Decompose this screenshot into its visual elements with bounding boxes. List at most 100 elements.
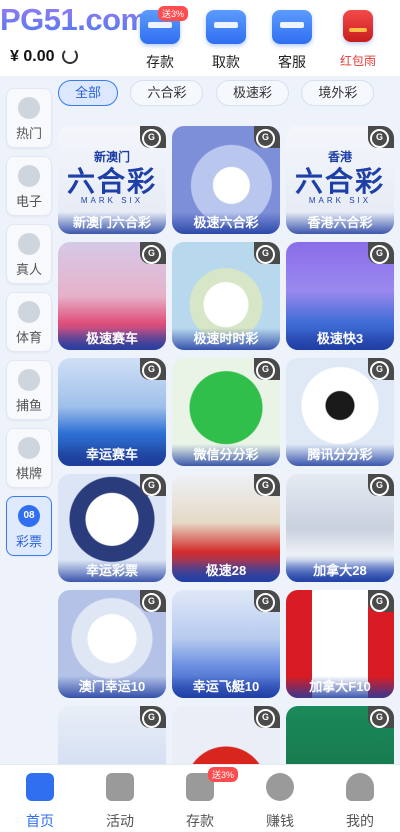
- withdraw-label: 取款: [212, 54, 240, 70]
- category-filter-bar: 全部 六合彩 极速彩 境外彩: [58, 80, 400, 110]
- sidebar-item-hot[interactable]: 热门: [6, 88, 52, 148]
- lottery-ball-icon: 08: [18, 505, 40, 527]
- game-name: 微信分分彩: [172, 444, 280, 466]
- top-header: PG51.com ¥ 0.00 送3% 存款 取款 客服 红包雨: [0, 0, 400, 76]
- withdraw-button[interactable]: 取款: [198, 8, 254, 72]
- provider-g-icon: [368, 706, 394, 728]
- sidebar-item-label: 棋牌: [15, 466, 42, 481]
- provider-g-icon: [140, 358, 166, 380]
- nav-label: 首页: [26, 813, 54, 829]
- sidebar-item-label: 热门: [15, 126, 42, 141]
- game-tile-lucky-racing[interactable]: 幸运赛车: [58, 358, 166, 466]
- provider-g-icon: [254, 126, 280, 148]
- provider-g-icon: [140, 126, 166, 148]
- yen-coin-icon: [266, 773, 294, 801]
- sidebar-item-label: 真人: [15, 262, 42, 277]
- game-tile-wechat-ffc[interactable]: 微信分分彩: [172, 358, 280, 466]
- game-name: 极速时时彩: [172, 328, 280, 350]
- nav-profile[interactable]: 我的: [320, 773, 400, 831]
- customer-service-button[interactable]: 客服: [264, 8, 320, 72]
- ball-icon: [18, 301, 40, 323]
- red-envelope-label: 红包雨: [339, 54, 376, 68]
- filter-speed-lottery[interactable]: 极速彩: [215, 80, 289, 106]
- provider-g-icon: [368, 126, 394, 148]
- game-name: 幸运赛车: [58, 444, 166, 466]
- nav-label: 存款: [186, 813, 214, 829]
- filter-overseas-lottery[interactable]: 境外彩: [301, 80, 375, 106]
- withdraw-icon: [206, 10, 246, 44]
- deposit-bonus-badge: 送3%: [208, 767, 239, 782]
- sidebar-item-lottery[interactable]: 08 彩票: [6, 496, 52, 556]
- provider-g-icon: [254, 242, 280, 264]
- sidebar-item-cards[interactable]: 棋牌: [6, 428, 52, 488]
- red-envelope-button[interactable]: 红包雨: [330, 8, 386, 72]
- deposit-bonus-badge: 送3%: [158, 6, 188, 21]
- game-tile-speed-racing[interactable]: 极速赛车: [58, 242, 166, 350]
- provider-g-icon: [368, 358, 394, 380]
- fish-icon: [18, 369, 40, 391]
- game-tile-speed-28[interactable]: 极速28: [172, 474, 280, 582]
- refresh-icon[interactable]: [62, 48, 78, 64]
- provider-g-icon: [254, 474, 280, 496]
- category-sidebar: 热门 电子 真人 体育 捕鱼 棋牌 08 彩票: [6, 88, 52, 564]
- game-tile-speed-k3[interactable]: 极速快3: [286, 242, 394, 350]
- provider-g-icon: [368, 242, 394, 264]
- game-tile-lucky-lottery[interactable]: 幸运彩票: [58, 474, 166, 582]
- sidebar-item-live[interactable]: 真人: [6, 224, 52, 284]
- filter-all[interactable]: 全部: [58, 80, 119, 106]
- game-art-logo: 六合彩: [294, 166, 385, 197]
- game-tile-hong-kong-mark-six[interactable]: 香港 六合彩 MARK SIX 香港六合彩: [286, 126, 394, 234]
- filter-mark-six[interactable]: 六合彩: [130, 80, 204, 106]
- flame-icon: [18, 97, 40, 119]
- game-art-subtitle: MARK SIX: [308, 196, 372, 205]
- game-name: 加拿大28: [286, 560, 394, 582]
- site-logo: PG51.com: [0, 2, 148, 37]
- game-tile-new-macau-mark-six[interactable]: 新澳门 六合彩 MARK SIX 新澳门六合彩: [58, 126, 166, 234]
- gift-icon: [106, 773, 134, 801]
- deposit-button[interactable]: 送3% 存款: [132, 6, 188, 72]
- nav-deposit[interactable]: 送3% 存款: [160, 767, 240, 831]
- game-name: 极速快3: [286, 328, 394, 350]
- game-tile-lucky-boat-10[interactable]: 幸运飞艇10: [172, 590, 280, 698]
- game-tile-canada-f10[interactable]: 加拿大F10: [286, 590, 394, 698]
- nav-promotions[interactable]: 活动: [80, 773, 160, 831]
- provider-g-icon: [368, 590, 394, 612]
- user-icon: [346, 773, 374, 801]
- sidebar-item-sports[interactable]: 体育: [6, 292, 52, 352]
- sidebar-item-label: 体育: [15, 330, 42, 345]
- live-icon: [18, 233, 40, 255]
- provider-g-icon: [140, 242, 166, 264]
- game-name: 加拿大F10: [286, 676, 394, 698]
- game-name: 极速28: [172, 560, 280, 582]
- nav-label: 赚钱: [266, 813, 294, 829]
- gamepad-icon: [18, 165, 40, 187]
- sidebar-item-fishing[interactable]: 捕鱼: [6, 360, 52, 420]
- game-tile-tencent-ffc[interactable]: 腾讯分分彩: [286, 358, 394, 466]
- provider-g-icon: [140, 706, 166, 728]
- customer-service-icon: [272, 10, 312, 44]
- provider-g-icon: [254, 706, 280, 728]
- game-art-subtitle: MARK SIX: [80, 196, 144, 205]
- nav-label: 我的: [346, 813, 374, 829]
- provider-g-icon: [254, 358, 280, 380]
- game-tile-macau-lucky-10[interactable]: 澳门幸运10: [58, 590, 166, 698]
- nav-earn[interactable]: 赚钱: [240, 773, 320, 831]
- game-name: 幸运彩票: [58, 560, 166, 582]
- game-name: 新澳门六合彩: [58, 212, 166, 234]
- game-tile-canada-28[interactable]: 加拿大28: [286, 474, 394, 582]
- customer-service-label: 客服: [278, 54, 306, 70]
- deposit-label: 存款: [146, 54, 174, 70]
- game-tile-speed-mark-six[interactable]: 极速六合彩: [172, 126, 280, 234]
- game-tile-speed-ssc[interactable]: 极速时时彩: [172, 242, 280, 350]
- sidebar-item-label: 彩票: [15, 534, 42, 549]
- game-name: 幸运飞艇10: [172, 676, 280, 698]
- balance-amount: ¥ 0.00: [10, 48, 55, 65]
- game-art-logo: 六合彩: [66, 166, 157, 197]
- game-name: 香港六合彩: [286, 212, 394, 234]
- game-name: 腾讯分分彩: [286, 444, 394, 466]
- sidebar-item-label: 捕鱼: [15, 398, 42, 413]
- sidebar-item-slots[interactable]: 电子: [6, 156, 52, 216]
- game-name: 极速六合彩: [172, 212, 280, 234]
- game-name: 极速赛车: [58, 328, 166, 350]
- nav-home[interactable]: 首页: [0, 773, 80, 831]
